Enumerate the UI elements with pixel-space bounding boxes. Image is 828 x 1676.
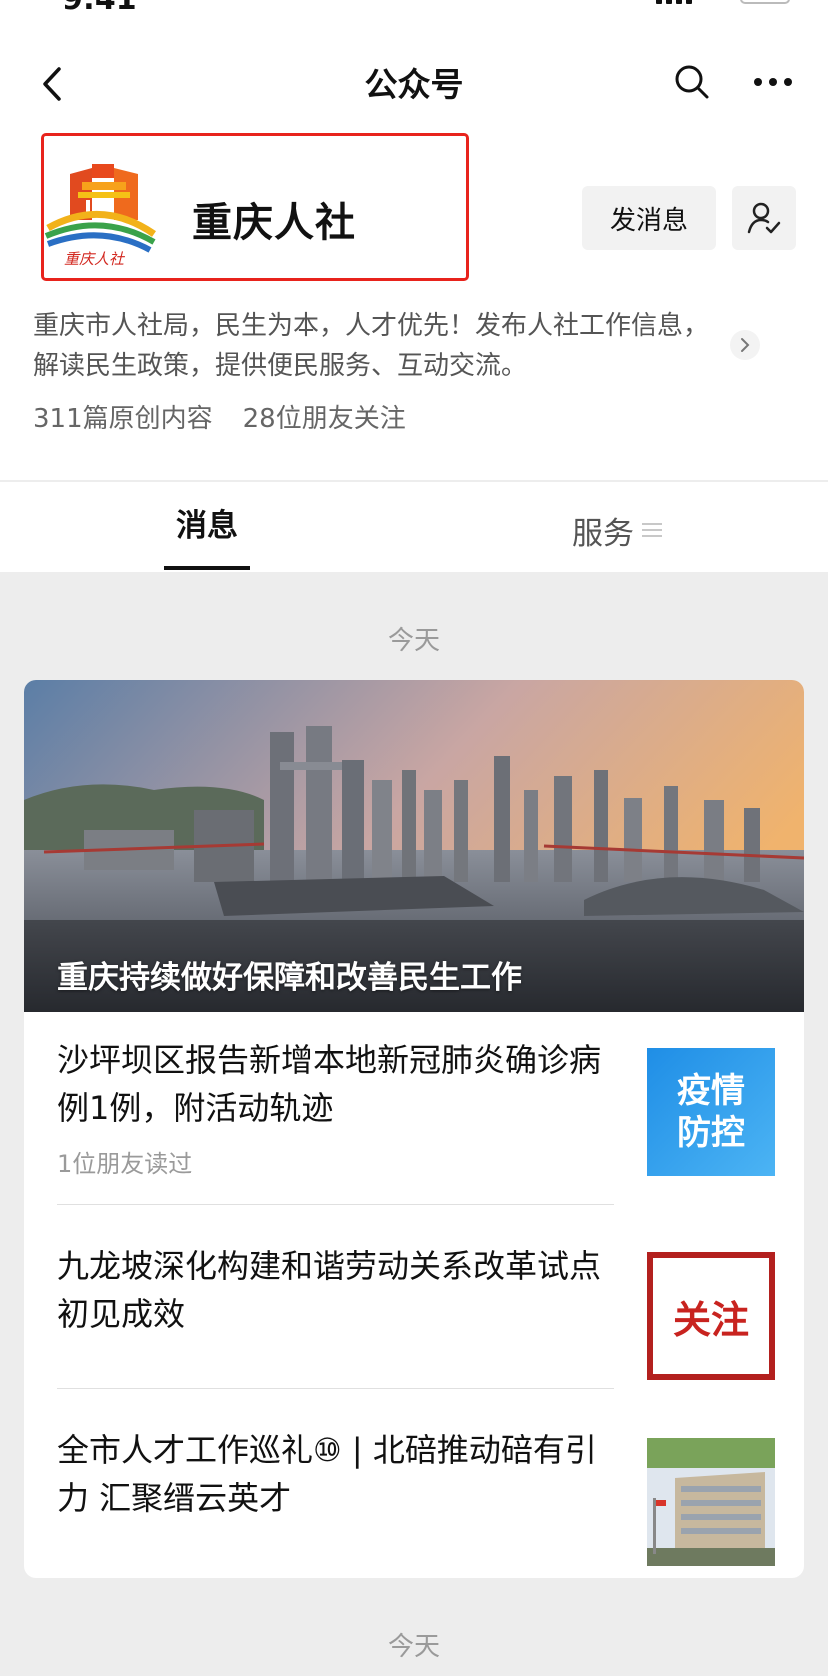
- tab-messages[interactable]: 消息: [176, 500, 238, 560]
- original-count[interactable]: 311篇原创内容: [33, 398, 213, 435]
- search-button[interactable]: [670, 60, 714, 104]
- divider: [0, 480, 828, 482]
- thumb-text: 疫情: [677, 1071, 745, 1111]
- divider: [57, 1388, 614, 1389]
- article-item[interactable]: 全市人才工作巡礼⑩ | 北碚推动碚有引力 汇聚缙云英才: [57, 1426, 775, 1576]
- tab-services[interactable]: 服务: [572, 500, 662, 560]
- thumb-text: 关注: [672, 1297, 749, 1342]
- description-expand-button[interactable]: [730, 330, 760, 360]
- date-label: 今天: [387, 626, 440, 656]
- tab-services-label: 服务: [572, 515, 634, 552]
- more-icon: [754, 78, 792, 86]
- search-icon: [675, 65, 709, 99]
- tab-indicator: [164, 566, 250, 570]
- article-item[interactable]: 沙坪坝区报告新增本地新冠肺炎确诊病例1例，附活动轨迹 1位朋友读过 疫情 防控: [57, 1036, 775, 1186]
- divider: [57, 1204, 614, 1205]
- nav-bar: 公众号: [0, 40, 828, 126]
- friends-following[interactable]: 28位朋友关注: [243, 398, 406, 435]
- account-stats: 311篇原创内容 28位朋友关注: [33, 398, 406, 435]
- logo-image: 重庆人社: [44, 164, 156, 268]
- signal-icon: [656, 0, 694, 4]
- article-thumbnail: [647, 1438, 775, 1566]
- article-thumbnail: 关注: [647, 1252, 775, 1380]
- cover-article[interactable]: 重庆持续做好保障和改善民生工作: [24, 680, 804, 1012]
- menu-icon: [642, 523, 662, 537]
- more-button[interactable]: [748, 60, 798, 104]
- article-meta: 1位朋友读过: [57, 1150, 193, 1178]
- article-title: 九龙坡深化构建和谐劳动关系改革试点初见成效: [57, 1247, 602, 1333]
- battery-icon: [740, 0, 790, 4]
- article-card: 重庆持续做好保障和改善民生工作 沙坪坝区报告新增本地新冠肺炎确诊病例1例，附活动…: [24, 680, 804, 1578]
- article-title: 沙坪坝区报告新增本地新冠肺炎确诊病例1例，附活动轨迹: [57, 1041, 602, 1127]
- article-thumbnail: 疫情 防控: [647, 1048, 775, 1176]
- article-item[interactable]: 九龙坡深化构建和谐劳动关系改革试点初见成效 关注: [57, 1242, 775, 1392]
- send-message-button[interactable]: 发消息: [582, 186, 716, 250]
- date-label: 今天: [387, 1632, 440, 1662]
- chevron-right-icon: [741, 338, 750, 352]
- status-bar: 9:41: [0, 0, 828, 17]
- followed-button[interactable]: [732, 186, 796, 250]
- account-name: 重庆人社: [192, 200, 356, 246]
- article-title: 全市人才工作巡礼⑩ | 北碚推动碚有引力 汇聚缙云英才: [57, 1431, 597, 1517]
- account-logo[interactable]: 重庆人社: [42, 158, 160, 268]
- building-image: [647, 1438, 775, 1566]
- thumb-text: 防控: [677, 1113, 745, 1153]
- logo-text: 重庆人社: [64, 250, 126, 268]
- cover-title: 重庆持续做好保障和改善民生工作: [57, 960, 522, 996]
- account-description[interactable]: 重庆市人社局，民生为本，人才优先！发布人社工作信息，解读民生政策，提供便民服务、…: [33, 306, 733, 386]
- status-time: 9:41: [62, 0, 137, 17]
- user-check-icon: [747, 202, 781, 234]
